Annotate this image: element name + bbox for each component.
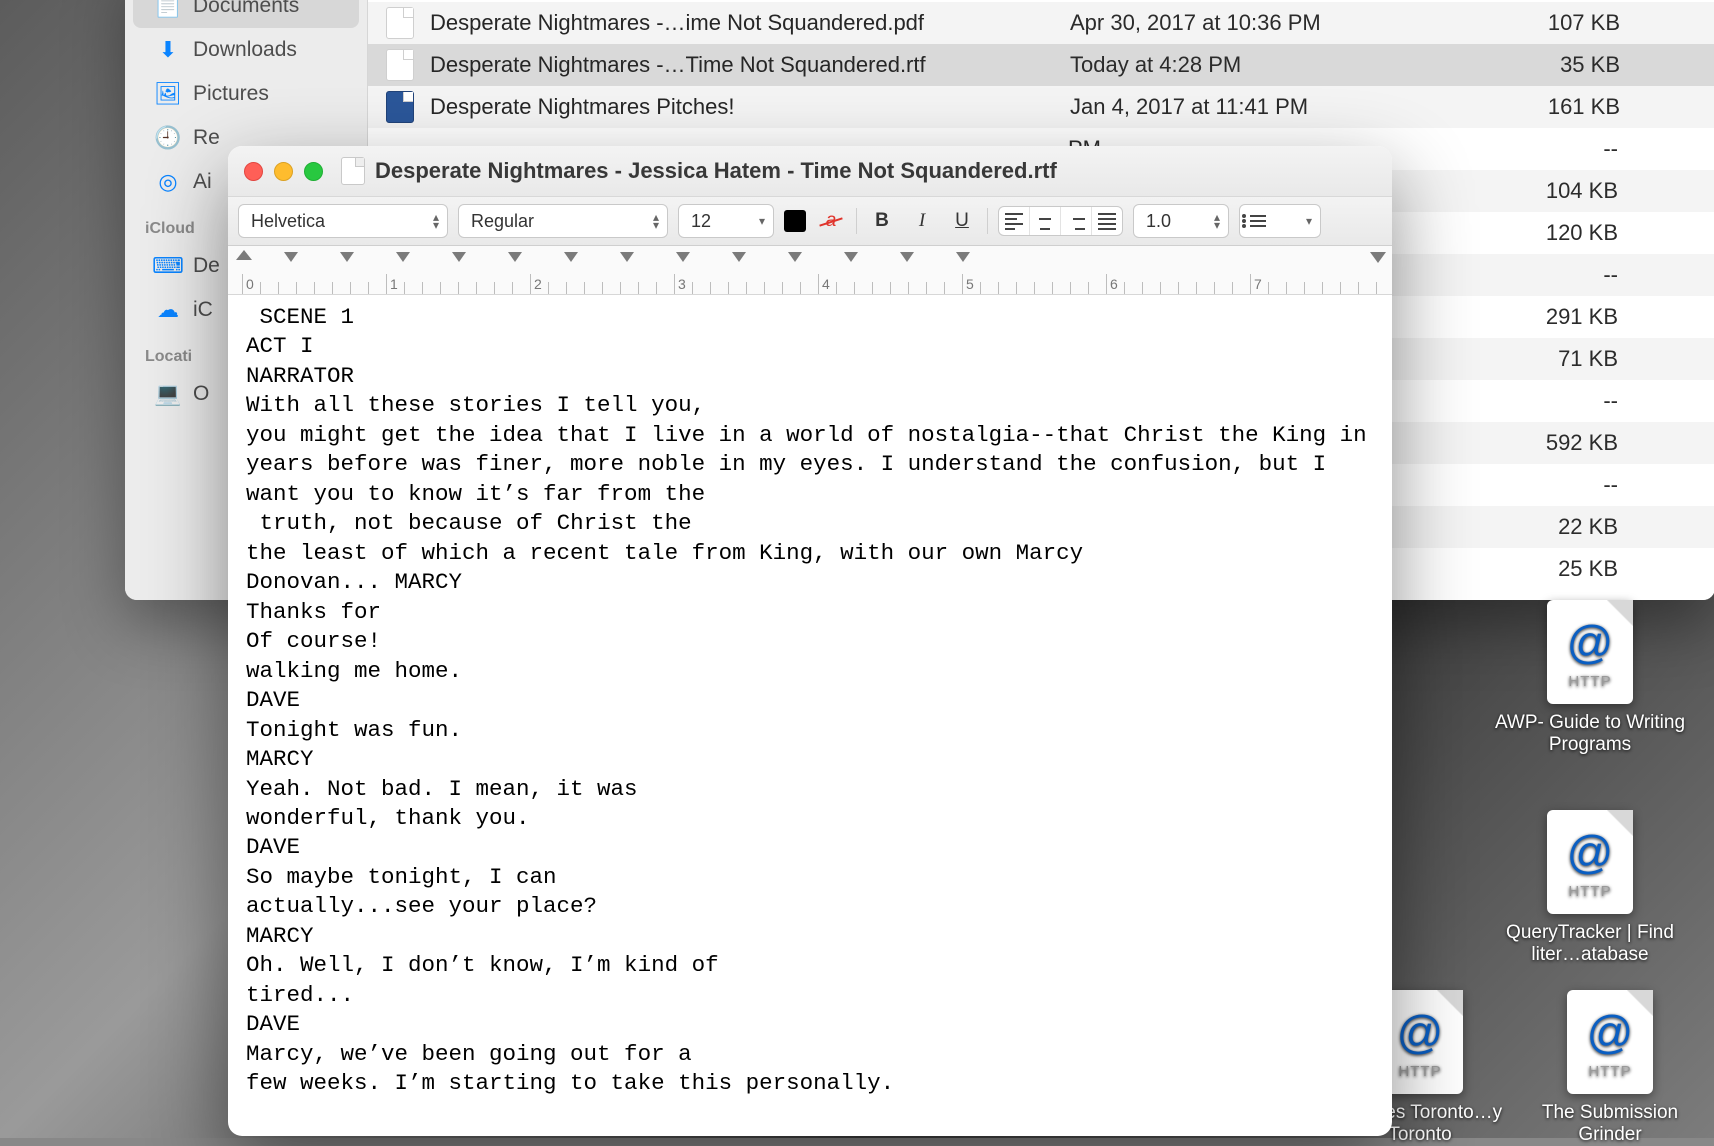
pic-icon: 🖼 <box>155 81 181 107</box>
textedit-toolbar: Helvetica ▴▾ Regular ▴▾ 12 ▾ a B I U 1.0… <box>228 197 1392 246</box>
textedit-window: Desperate Nightmares - Jessica Hatem - T… <box>228 146 1392 1136</box>
align-left-button[interactable] <box>999 207 1030 235</box>
doc-icon: 📄 <box>155 0 181 19</box>
webloc-icon: @HTTP <box>1547 810 1633 914</box>
file-type-icon <box>386 91 414 123</box>
align-justify-button[interactable] <box>1092 207 1122 235</box>
list-icon <box>1250 215 1266 227</box>
tab-stop-marker[interactable] <box>452 252 466 262</box>
first-line-indent-marker[interactable] <box>236 250 252 260</box>
text-color-well[interactable] <box>784 210 806 232</box>
right-margin-marker[interactable] <box>1370 252 1386 263</box>
desktop-webloc[interactable]: @HTTPAWP- Guide to Writing Programs <box>1490 600 1690 756</box>
chevron-updown-icon: ▴▾ <box>653 213 659 229</box>
tab-stop-marker[interactable] <box>564 252 578 262</box>
close-button[interactable] <box>244 162 263 181</box>
webloc-icon: @HTTP <box>1567 990 1653 1094</box>
sidebar-item-documents[interactable]: 📄Documents <box>133 0 359 28</box>
minimize-button[interactable] <box>274 162 293 181</box>
file-type-icon <box>386 49 414 81</box>
chevron-updown-icon: ▴▾ <box>433 213 439 229</box>
underline-button[interactable]: U <box>947 207 977 235</box>
document-body[interactable]: SCENE 1 ACT I NARRATOR With all these st… <box>228 295 1392 1136</box>
align-right-button[interactable] <box>1061 207 1092 235</box>
highlight-color-button[interactable]: a <box>816 207 846 235</box>
desk-icon: ⌨︎ <box>155 253 181 279</box>
tab-stop-marker[interactable] <box>676 252 690 262</box>
tab-stop-marker[interactable] <box>956 252 970 262</box>
tab-stop-marker[interactable] <box>340 252 354 262</box>
cloud-icon: ☁︎ <box>155 297 181 323</box>
file-row[interactable]: Desperate Nightmares -…ime Not Squandere… <box>368 2 1714 44</box>
italic-button[interactable]: I <box>907 207 937 235</box>
tab-stop-marker[interactable] <box>732 252 746 262</box>
alignment-segment <box>998 206 1123 236</box>
desktop-webloc[interactable]: @HTTPThe Submission Grinder <box>1510 990 1710 1146</box>
align-center-button[interactable] <box>1030 207 1061 235</box>
font-family-select[interactable]: Helvetica ▴▾ <box>238 204 448 238</box>
tab-stop-marker[interactable] <box>844 252 858 262</box>
webloc-icon: @HTTP <box>1547 600 1633 704</box>
document-proxy-icon[interactable] <box>341 157 365 185</box>
sidebar-item-downloads[interactable]: ⬇︎Downloads <box>133 28 359 72</box>
ruler[interactable]: 01234567 <box>228 246 1392 295</box>
zoom-button[interactable] <box>304 162 323 181</box>
chevron-updown-icon: ▴▾ <box>1214 213 1220 229</box>
file-type-icon <box>386 7 414 39</box>
airdrop-icon: ◎ <box>155 169 181 195</box>
tab-stop-marker[interactable] <box>900 252 914 262</box>
font-size-select[interactable]: 12 ▾ <box>678 204 774 238</box>
tab-stop-marker[interactable] <box>788 252 802 262</box>
laptop-icon: 💻 <box>155 381 181 407</box>
chevron-down-icon: ▾ <box>759 217 765 225</box>
line-spacing-select[interactable]: 1.0 ▴▾ <box>1133 204 1229 238</box>
window-title: Desperate Nightmares - Jessica Hatem - T… <box>375 158 1057 184</box>
textedit-titlebar[interactable]: Desperate Nightmares - Jessica Hatem - T… <box>228 146 1392 197</box>
font-style-select[interactable]: Regular ▴▾ <box>458 204 668 238</box>
tab-stop-marker[interactable] <box>284 252 298 262</box>
list-style-select[interactable]: ▾ <box>1239 204 1321 238</box>
sidebar-item-pictures[interactable]: 🖼Pictures <box>133 72 359 116</box>
bold-button[interactable]: B <box>867 207 897 235</box>
tab-stop-marker[interactable] <box>396 252 410 262</box>
tab-stop-marker[interactable] <box>508 252 522 262</box>
file-row[interactable]: Desperate Nightmares Pitches!Jan 4, 2017… <box>368 86 1714 128</box>
desktop-webloc[interactable]: @HTTPQueryTracker | Find liter…atabase <box>1490 810 1690 966</box>
chevron-down-icon: ▾ <box>1306 217 1312 225</box>
tab-stop-marker[interactable] <box>620 252 634 262</box>
clock-icon: 🕘 <box>155 125 181 151</box>
file-row[interactable]: Desperate Nightmares -…Time Not Squander… <box>368 44 1714 86</box>
down-icon: ⬇︎ <box>155 37 181 63</box>
